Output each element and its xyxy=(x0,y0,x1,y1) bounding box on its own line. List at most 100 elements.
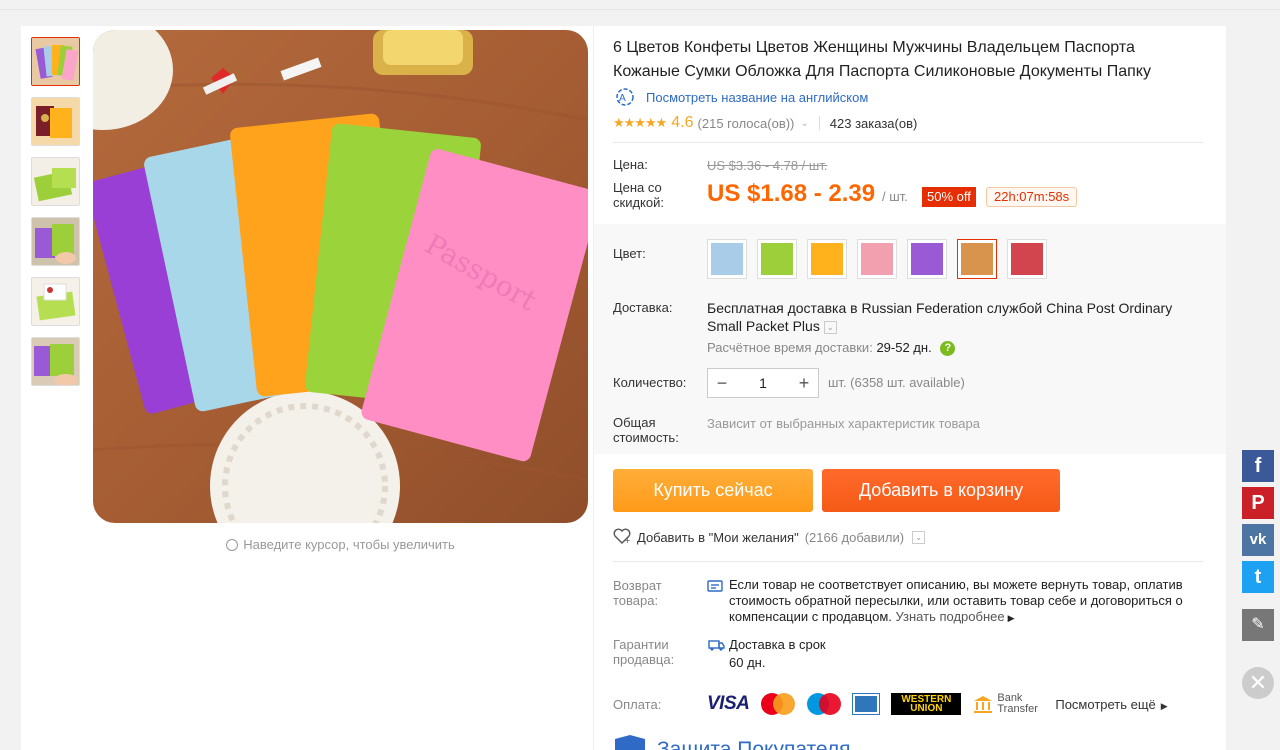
wishlist-row: + Добавить в "Мои желания" (2166 добавил… xyxy=(613,528,926,547)
quantity-input[interactable]: 1 xyxy=(736,375,790,391)
buyer-protection-title: Защита Покупателя xyxy=(657,738,851,750)
wishlist-count: (2166 добавили) xyxy=(804,530,905,545)
old-price: US $3.36 - 4.78 / шт. xyxy=(707,158,828,173)
maestro-icon xyxy=(807,693,842,715)
quantity-stepper: − 1 + xyxy=(707,368,819,398)
thumbnail-2[interactable] xyxy=(31,97,80,146)
color-swatch-fill xyxy=(961,243,993,275)
thumbnail-4[interactable] xyxy=(31,217,80,266)
zoom-hint-text: Наведите курсор, чтобы увеличить xyxy=(243,537,455,553)
color-swatch[interactable] xyxy=(957,239,997,279)
quantity-label: Количество: xyxy=(613,375,687,390)
quantity-info: шт. (6358 шт. available) xyxy=(828,375,965,390)
main-product-image[interactable]: Passport xyxy=(93,30,588,523)
arrow-right-icon: ▶ xyxy=(1160,700,1168,711)
shipping-eta: Расчётное время доставки: 29-52 дн. ? xyxy=(707,340,956,357)
countdown-timer: 22h:07m:58s xyxy=(986,187,1078,207)
payment-more-link[interactable]: Посмотреть ещё ▶ xyxy=(1055,697,1167,712)
shipping-eta-label: Расчётное время доставки: xyxy=(707,340,873,355)
color-swatch-fill xyxy=(861,243,893,275)
total-text: Зависит от выбранных характеристик товар… xyxy=(707,416,980,431)
thumbnail-list xyxy=(31,37,80,397)
product-title: 6 Цветов Конфеты Цветов Женщины Мужчины … xyxy=(613,39,1151,80)
thumbnail-3[interactable] xyxy=(31,157,80,206)
minus-button[interactable]: − xyxy=(708,373,736,394)
visa-icon: VISA xyxy=(707,693,750,714)
help-icon[interactable]: ? xyxy=(940,341,956,357)
western-union-icon: WESTERN UNION xyxy=(891,693,962,715)
arrow-right-icon: ▶ xyxy=(1007,613,1015,623)
plus-button[interactable]: + xyxy=(790,373,818,394)
color-swatch-fill xyxy=(811,243,843,275)
thumbnail-1[interactable] xyxy=(31,37,80,86)
rating-row: ★★★★★ 4.6 (215 голоса(ов)) ⌄ 423 заказа(… xyxy=(613,113,917,133)
bank-transfer-text: Bank Transfer xyxy=(997,692,1038,715)
thumbnail-5[interactable] xyxy=(31,277,80,326)
color-swatch[interactable] xyxy=(907,239,947,279)
top-bar xyxy=(0,0,1280,10)
discount-price-label: Цена со скидкой: xyxy=(613,180,664,210)
returns-info: Если товар не соответствует описанию, вы… xyxy=(729,577,1189,626)
edit-icon[interactable]: ✎ xyxy=(1242,609,1274,641)
vk-icon[interactable]: vk xyxy=(1242,524,1274,556)
payment-more-text[interactable]: Посмотреть ещё xyxy=(1055,697,1155,712)
zoom-hint: Наведите курсор, чтобы увеличить xyxy=(93,536,588,552)
wu-bottom: UNION xyxy=(910,703,943,714)
thumbnail-6[interactable] xyxy=(31,337,80,386)
return-icon xyxy=(707,579,723,593)
mastercard-icon xyxy=(761,693,796,715)
color-swatch-fill xyxy=(911,243,943,275)
translate-link[interactable]: A Посмотреть название на английском xyxy=(613,88,868,106)
returns-more-link[interactable]: Узнать подробнее xyxy=(896,609,1005,624)
close-icon[interactable]: ✕ xyxy=(1242,667,1274,699)
facebook-icon[interactable]: f xyxy=(1242,450,1274,482)
returns-label: Возврат товара: xyxy=(613,578,662,608)
price-label: Цена: xyxy=(613,157,648,172)
amex-icon xyxy=(852,693,881,715)
translate-link-text[interactable]: Посмотреть название на английском xyxy=(646,90,868,105)
guarantee-line1: Доставка в срок xyxy=(729,637,826,652)
rating-score: 4.6 xyxy=(671,114,694,131)
color-swatch[interactable] xyxy=(757,239,797,279)
color-swatch-fill xyxy=(711,243,743,275)
guarantee-label: Гарантии продавца: xyxy=(613,637,675,667)
color-swatch-fill xyxy=(1011,243,1043,275)
payment-label: Оплата: xyxy=(613,697,662,712)
chevron-down-icon[interactable]: ⌄ xyxy=(800,118,808,129)
chevron-down-icon[interactable]: ⌄ xyxy=(823,320,837,334)
shipping-info: Бесплатная доставка в Russian Federation… xyxy=(707,299,1207,335)
color-label: Цвет: xyxy=(613,246,646,261)
divider xyxy=(613,561,1203,562)
pinterest-icon[interactable]: P xyxy=(1242,487,1274,519)
search-icon xyxy=(226,538,239,551)
twitter-icon[interactable]: t xyxy=(1242,561,1274,593)
truck-icon xyxy=(708,638,725,652)
total-label: Общая стоимость: xyxy=(613,415,679,445)
guarantee-info: Доставка в срок 60 дн. xyxy=(729,636,826,672)
chevron-down-icon[interactable]: ⌄ xyxy=(912,531,926,544)
rating-stars-icon: ★★★★★ xyxy=(613,115,667,130)
rating-votes[interactable]: (215 голоса(ов)) xyxy=(698,116,795,131)
shield-icon xyxy=(613,735,647,750)
orders-count: 423 заказа(ов) xyxy=(829,115,918,131)
svg-text:A: A xyxy=(619,93,626,104)
buy-now-button[interactable]: Купить сейчас xyxy=(613,469,813,512)
shipping-free: Бесплатная доставка в xyxy=(707,300,858,316)
heart-icon[interactable]: + xyxy=(613,528,631,547)
payment-logos: VISA WESTERN UNION Bank Transfer Посмотре… xyxy=(707,693,1168,715)
shipping-label: Доставка: xyxy=(613,300,673,315)
bank-transfer-icon: Bank Transfer xyxy=(973,693,1039,715)
translate-icon: A xyxy=(613,88,637,106)
add-to-cart-button[interactable]: Добавить в корзину xyxy=(822,469,1060,512)
guarantee-line2: 60 дн. xyxy=(729,655,766,670)
svg-text:+: + xyxy=(624,536,631,544)
discount-badge: 50% off xyxy=(922,187,976,207)
color-swatch[interactable] xyxy=(857,239,897,279)
buyer-protection: Защита Покупателя xyxy=(613,735,851,750)
color-swatch[interactable] xyxy=(707,239,747,279)
color-swatch[interactable] xyxy=(807,239,847,279)
wishlist-link[interactable]: Добавить в "Мои желания" xyxy=(637,530,799,545)
color-swatch[interactable] xyxy=(1007,239,1047,279)
price-unit: / шт. xyxy=(882,189,908,204)
shipping-eta-value: 29-52 дн. xyxy=(876,340,932,355)
